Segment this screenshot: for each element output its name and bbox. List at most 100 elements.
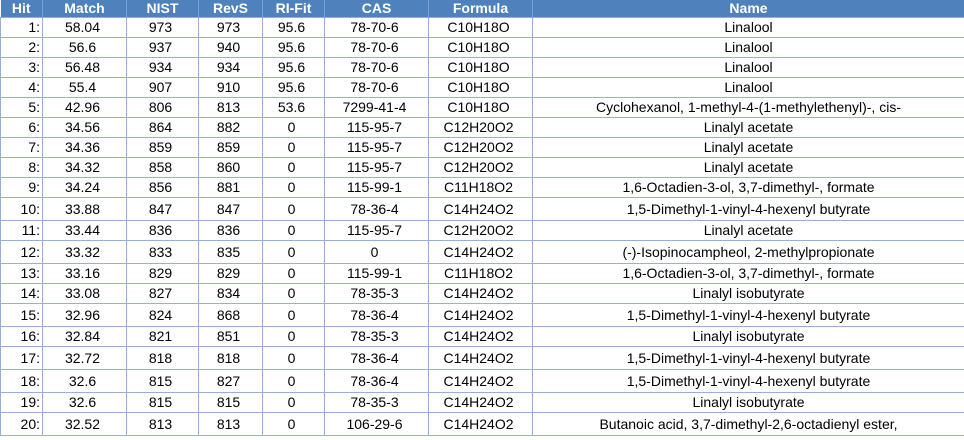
formula-cell: C10H18O — [428, 57, 533, 78]
ri-fit-cell: 0 — [262, 392, 325, 413]
cas-cell: 78-70-6 — [324, 17, 429, 38]
ri-fit-cell: 0 — [262, 220, 325, 241]
ri-fit-cell: 0 — [262, 263, 325, 284]
cas-cell: 78-36-4 — [324, 197, 429, 221]
cas-cell: 115-95-7 — [324, 220, 429, 241]
cas-cell: 115-95-7 — [324, 157, 429, 178]
nist-cell: 815 — [126, 369, 199, 393]
revs-cell: 973 — [198, 17, 263, 38]
nist-cell: 847 — [126, 197, 199, 221]
ri-fit-cell: 0 — [262, 157, 325, 178]
column-header-name[interactable]: Name — [532, 0, 964, 18]
name-cell: Linalool — [532, 57, 964, 78]
table-row[interactable]: 18: 32.6 815 827 0 78-36-4 C14H24O2 1,5-Dimethy… — [0, 369, 964, 393]
cas-cell: 7299-41-4 — [324, 97, 429, 118]
table-row[interactable]: 5: 42.96 806 813 53.6 7299-41-4 C10H18O Cyclohe… — [0, 97, 964, 118]
cas-cell: 115-99-1 — [324, 177, 429, 198]
table-row[interactable]: 10: 33.88 847 847 0 78-36-4 C14H24O2 1,5-Dimeth… — [0, 197, 964, 221]
match-cell: 56.6 — [42, 37, 127, 58]
formula-cell: C10H18O — [428, 17, 533, 38]
table-row[interactable]: 2: 56.6 937 940 95.6 78-70-6 C10H18O Linalool — [0, 37, 964, 58]
hit-cell: 20: — [0, 412, 43, 436]
ri-fit-cell: 0 — [262, 137, 325, 158]
nist-cell: 856 — [126, 177, 199, 198]
revs-cell: 818 — [198, 346, 263, 370]
revs-cell: 836 — [198, 220, 263, 241]
revs-cell: 882 — [198, 117, 263, 138]
revs-cell: 860 — [198, 157, 263, 178]
name-cell: Linalyl acetate — [532, 137, 964, 158]
nist-cell: 934 — [126, 57, 199, 78]
table-row[interactable]: 13: 33.16 829 829 0 115-99-1 C11H18O2 1,6-Octad… — [0, 263, 964, 284]
table-row[interactable]: 11: 33.44 836 836 0 115-95-7 C12H20O2 Linalyl a… — [0, 220, 964, 241]
table-row[interactable]: 6: 34.56 864 882 0 115-95-7 C12H20O2 Linalyl ac… — [0, 117, 964, 138]
column-header-revs[interactable]: RevS — [198, 0, 263, 18]
hit-cell: 12: — [0, 240, 43, 264]
table-row[interactable]: 7: 34.36 859 859 0 115-95-7 C12H20O2 Linalyl ac… — [0, 137, 964, 158]
ri-fit-cell: 0 — [262, 412, 325, 436]
table-row[interactable]: 9: 34.24 856 881 0 115-99-1 C11H18O2 1,6-Octadi… — [0, 177, 964, 198]
table-row[interactable]: 15: 32.96 824 868 0 78-36-4 C14H24O2 1,5-Dimeth… — [0, 303, 964, 327]
table-row[interactable]: 1: 58.04 973 973 95.6 78-70-6 C10H18O Linalool — [0, 17, 964, 38]
cas-cell: 78-35-3 — [324, 283, 429, 304]
formula-cell: C14H24O2 — [428, 369, 533, 393]
match-cell: 32.52 — [42, 412, 127, 436]
revs-cell: 829 — [198, 263, 263, 284]
table-row[interactable]: 3: 56.48 934 934 95.6 78-70-6 C10H18O Linalool — [0, 57, 964, 78]
match-cell: 33.08 — [42, 283, 127, 304]
table-row[interactable]: 12: 33.32 833 835 0 0 C14H24O2 (-)-Isopinocamph… — [0, 240, 964, 264]
nist-cell: 821 — [126, 326, 199, 347]
ri-fit-cell: 0 — [262, 177, 325, 198]
table-row[interactable]: 8: 34.32 858 860 0 115-95-7 C12H20O2 Linalyl ac… — [0, 157, 964, 178]
table-row[interactable]: 20: 32.52 813 813 0 106-29-6 C14H24O2 Butanoic … — [0, 412, 964, 436]
ri-fit-cell: 95.6 — [262, 37, 325, 58]
hit-cell: 14: — [0, 283, 43, 304]
hit-cell: 18: — [0, 369, 43, 393]
formula-cell: C10H18O — [428, 97, 533, 118]
hit-cell: 4: — [0, 77, 43, 98]
hit-cell: 16: — [0, 326, 43, 347]
cas-cell: 78-70-6 — [324, 37, 429, 58]
formula-cell: C14H24O2 — [428, 346, 533, 370]
name-cell: Cyclohexanol, 1-methyl-4-(1-methyletheny… — [532, 97, 964, 118]
ri-fit-cell: 53.6 — [262, 97, 325, 118]
cas-cell: 78-36-4 — [324, 369, 429, 393]
hit-cell: 3: — [0, 57, 43, 78]
table-header-row: Hit Match NIST RevS RI-Fit CAS Formula N… — [0, 0, 964, 18]
table-row[interactable]: 19: 32.6 815 815 0 78-35-3 C14H24O2 Linalyl iso… — [0, 392, 964, 413]
match-cell: 58.04 — [42, 17, 127, 38]
revs-cell: 835 — [198, 240, 263, 264]
nist-cell: 815 — [126, 392, 199, 413]
match-cell: 33.88 — [42, 197, 127, 221]
hit-cell: 10: — [0, 197, 43, 221]
nist-cell: 827 — [126, 283, 199, 304]
column-header-hit[interactable]: Hit — [0, 0, 43, 18]
formula-cell: C14H24O2 — [428, 412, 533, 436]
formula-cell: C10H18O — [428, 37, 533, 58]
cas-cell: 78-70-6 — [324, 57, 429, 78]
column-header-formula[interactable]: Formula — [428, 0, 533, 18]
hit-cell: 11: — [0, 220, 43, 241]
formula-cell: C14H24O2 — [428, 283, 533, 304]
table-row[interactable]: 16: 32.84 821 851 0 78-35-3 C14H24O2 Linalyl is… — [0, 326, 964, 347]
match-cell: 34.56 — [42, 117, 127, 138]
table-row[interactable]: 17: 32.72 818 818 0 78-36-4 C14H24O2 1,5-Dimeth… — [0, 346, 964, 370]
table-row[interactable]: 14: 33.08 827 834 0 78-35-3 C14H24O2 Linalyl is… — [0, 283, 964, 304]
nist-cell: 806 — [126, 97, 199, 118]
nist-cell: 836 — [126, 220, 199, 241]
name-cell: 1,5-Dimethyl-1-vinyl-4-hexenyl butyrate — [532, 346, 964, 370]
ri-fit-cell: 0 — [262, 346, 325, 370]
table-row[interactable]: 4: 55.4 907 910 95.6 78-70-6 C10H18O Linalool — [0, 77, 964, 98]
column-header-ri-fit[interactable]: RI-Fit — [262, 0, 325, 18]
nist-cell: 833 — [126, 240, 199, 264]
cas-cell: 78-70-6 — [324, 77, 429, 98]
column-header-cas[interactable]: CAS — [324, 0, 429, 18]
name-cell: Linalool — [532, 77, 964, 98]
revs-cell: 910 — [198, 77, 263, 98]
name-cell: 1,5-Dimethyl-1-vinyl-4-hexenyl butyrate — [532, 197, 964, 221]
formula-cell: C10H18O — [428, 77, 533, 98]
column-header-nist[interactable]: NIST — [126, 0, 199, 18]
revs-cell: 815 — [198, 392, 263, 413]
nist-cell: 818 — [126, 346, 199, 370]
column-header-match[interactable]: Match — [42, 0, 127, 18]
